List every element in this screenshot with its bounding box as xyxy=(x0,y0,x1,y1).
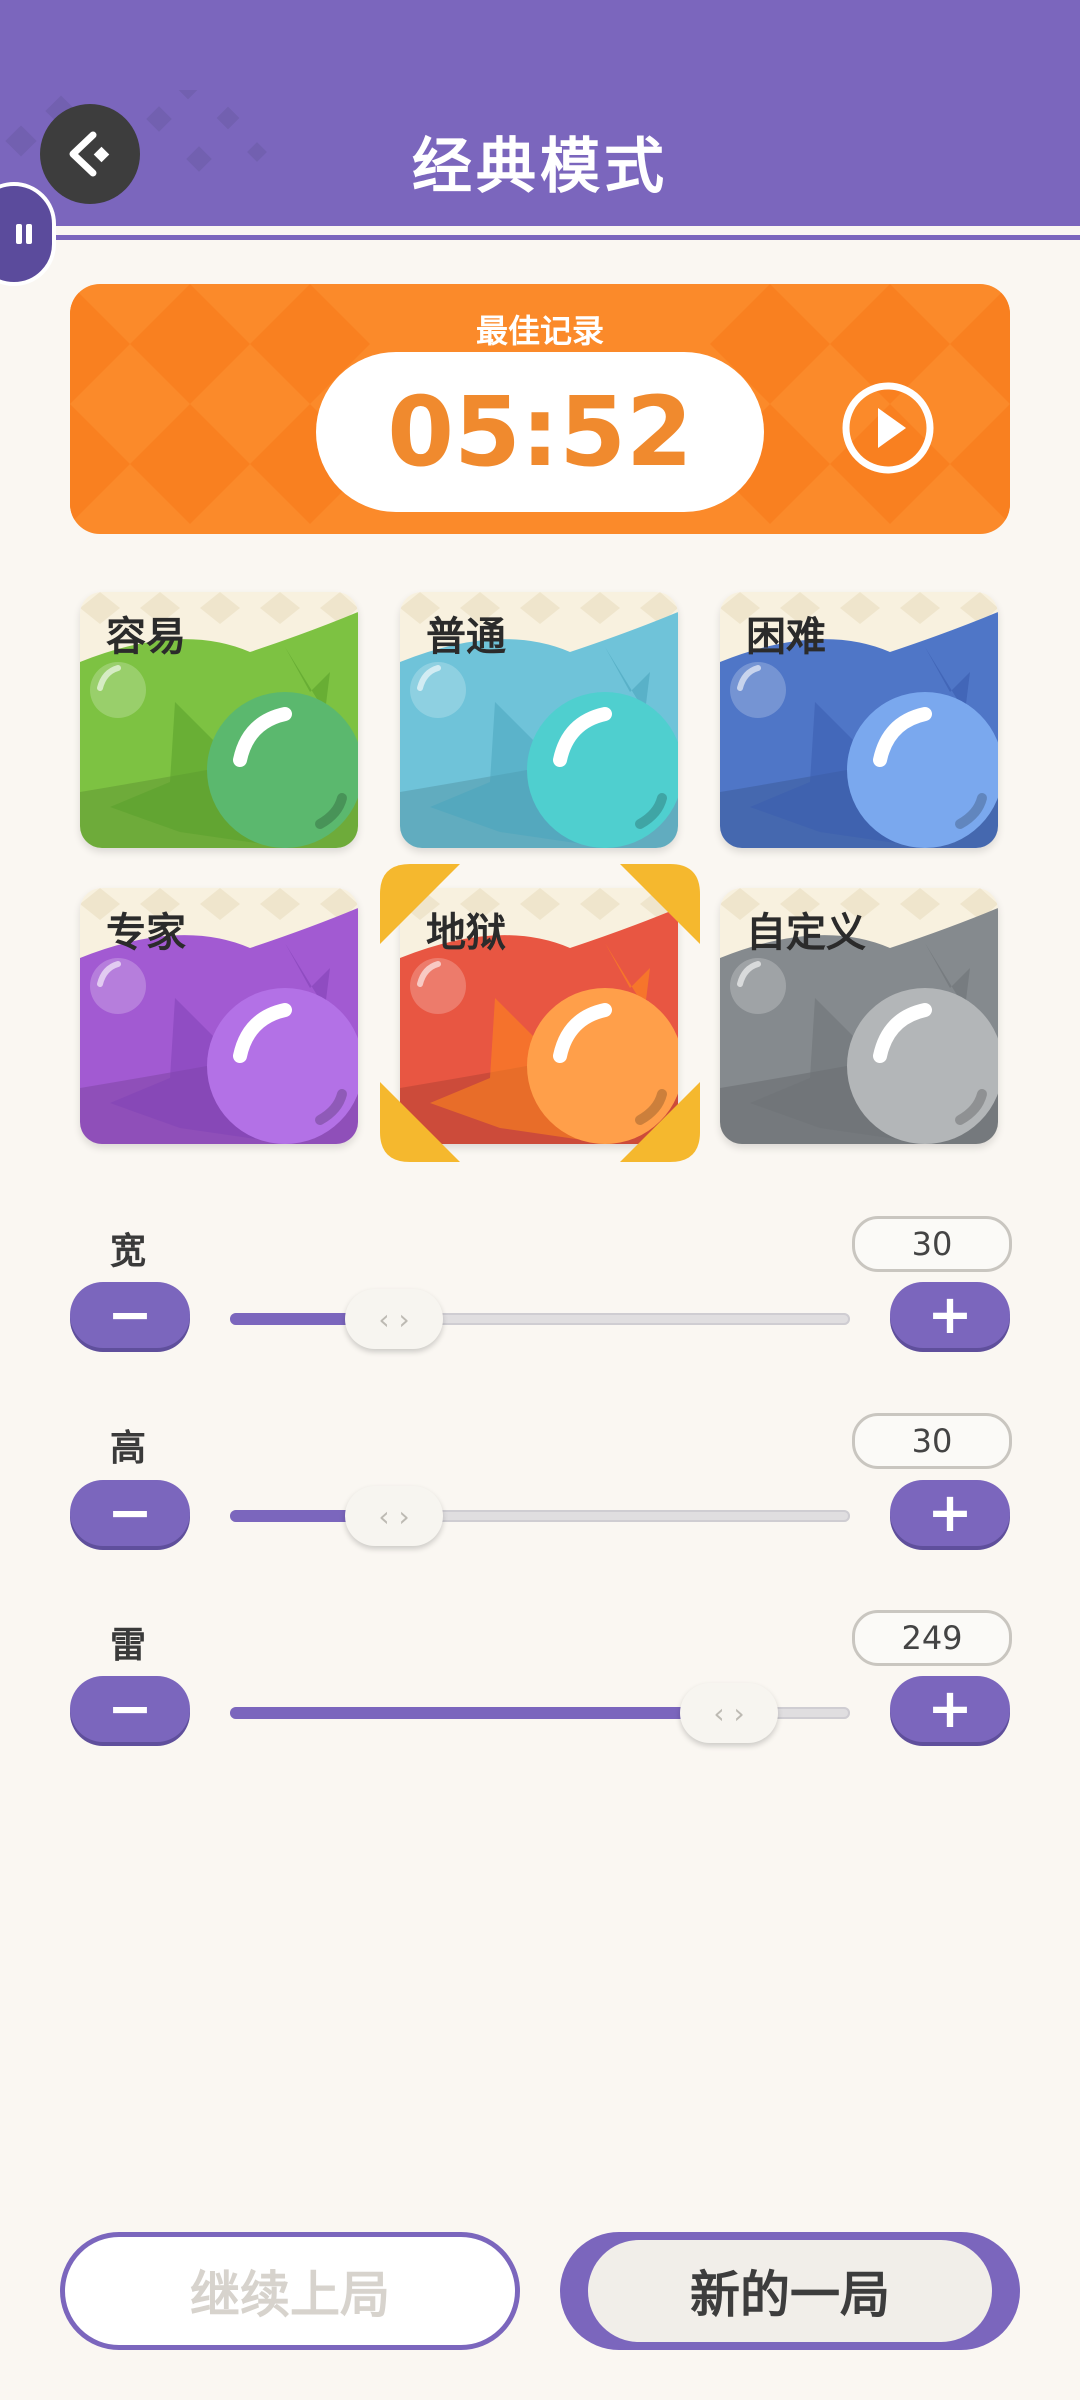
height-plus-button[interactable]: + xyxy=(890,1480,1010,1546)
new-game-label: 新的一局 xyxy=(690,2266,890,2324)
back-arrow-icon xyxy=(69,131,110,177)
height-label: 高 xyxy=(110,1428,147,1469)
continue-game-button[interactable]: 继续上局 xyxy=(60,2232,520,2350)
tile-hard[interactable]: 困难 xyxy=(720,592,998,848)
continue-game-label: 继续上局 xyxy=(190,2266,390,2324)
width-minus-button[interactable]: − xyxy=(70,1282,190,1348)
new-game-inner: 新的一局 xyxy=(588,2240,992,2342)
mines-plus-button[interactable]: + xyxy=(890,1676,1010,1742)
tile-label: 专家 xyxy=(106,910,186,956)
tile-label: 容易 xyxy=(106,614,186,660)
play-replay-icon[interactable] xyxy=(840,380,936,476)
height-slider-thumb[interactable]: ‹ › xyxy=(345,1486,443,1546)
width-slider-thumb[interactable]: ‹ › xyxy=(345,1289,443,1349)
tile-easy[interactable]: 容易 xyxy=(80,592,358,848)
mines-value: 249 xyxy=(852,1610,1012,1666)
tile-label: 困难 xyxy=(746,614,826,660)
tile-label: 自定义 xyxy=(746,910,866,956)
height-minus-button[interactable]: − xyxy=(70,1480,190,1546)
tile-label: 普通 xyxy=(426,614,506,660)
best-record-time: 05:52 xyxy=(387,376,693,488)
width-value: 30 xyxy=(852,1216,1012,1272)
header: 经典模式 xyxy=(0,0,1080,240)
pause-icon xyxy=(16,224,32,244)
mines-label: 雷 xyxy=(110,1625,147,1666)
page-title: 经典模式 xyxy=(412,132,668,202)
tile-expert[interactable]: 专家 xyxy=(80,888,358,1144)
mines-slider-fill xyxy=(230,1707,714,1719)
back-button[interactable] xyxy=(40,104,140,204)
mines-minus-button[interactable]: − xyxy=(70,1676,190,1742)
best-record-pill: 05:52 xyxy=(316,352,764,512)
header-stripe xyxy=(0,226,1080,235)
best-record-card: 最佳记录 05:52 xyxy=(70,284,1010,534)
height-value: 30 xyxy=(852,1413,1012,1469)
tile-custom[interactable]: 自定义 xyxy=(720,888,998,1144)
tile-label: 地狱 xyxy=(426,910,506,956)
width-slider[interactable]: ‹ › xyxy=(230,1289,850,1349)
tile-normal[interactable]: 普通 xyxy=(400,592,678,848)
width-plus-button[interactable]: + xyxy=(890,1282,1010,1348)
mines-slider[interactable]: ‹ › xyxy=(230,1683,850,1743)
width-label: 宽 xyxy=(110,1231,147,1272)
height-slider[interactable]: ‹ › xyxy=(230,1486,850,1546)
mines-slider-thumb[interactable]: ‹ › xyxy=(680,1683,778,1743)
best-record-label: 最佳记录 xyxy=(475,312,604,350)
new-game-button[interactable]: 新的一局 xyxy=(560,2232,1020,2350)
